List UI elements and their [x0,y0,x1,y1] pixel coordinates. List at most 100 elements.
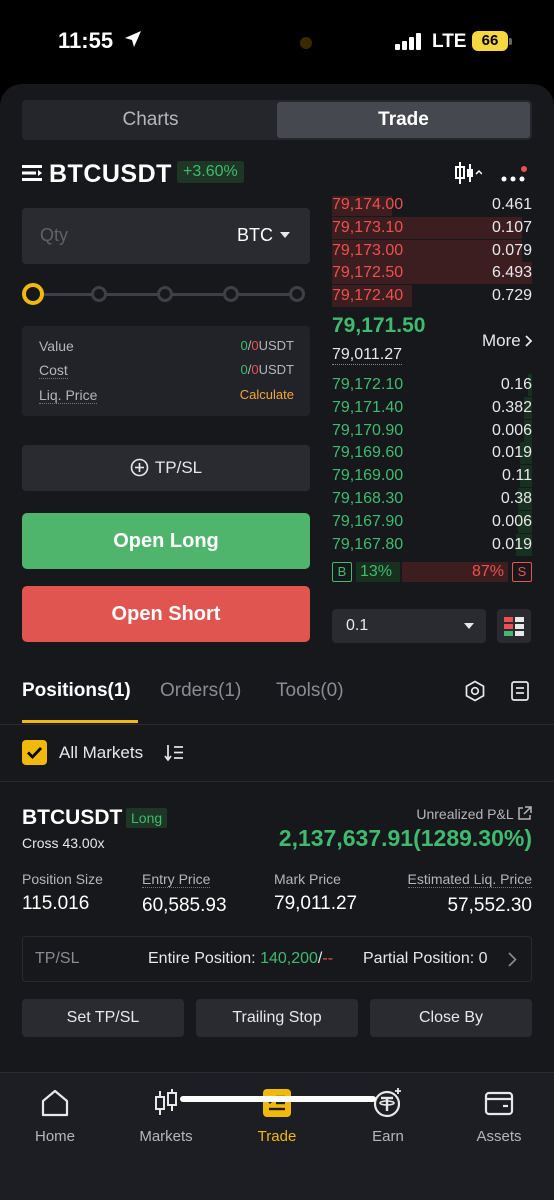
order-info-box: Value 0/0USDT Cost 0/0USDT Liq. Price Ca… [22,326,310,416]
tab-positions[interactable]: Positions(1) [22,680,131,702]
more-options-icon[interactable] [500,166,532,186]
bid-price: 79,172.10 [332,376,404,393]
unrealized-pnl-label[interactable]: Unrealized P&L [416,806,532,822]
ask-row[interactable]: 79,174.00 0.461 [332,196,532,216]
tab-charts[interactable]: Charts [24,102,277,138]
slider-step-25[interactable] [91,286,107,302]
ask-quantity: 0.461 [491,196,532,213]
bid-quantity: 0.006 [491,421,532,439]
ask-row[interactable]: 79,173.10 0.107 [332,216,532,239]
position-symbol[interactable]: BTCUSDT [22,806,122,830]
bid-row[interactable]: 79,167.80 0.019 [332,533,532,556]
status-bar: 11:55 LTE 66 [0,0,554,84]
estimated-liq-price: Estimated Liq. Price 57,552.30 [407,871,532,916]
bid-price: 79,169.00 [332,467,404,485]
nav-assets[interactable]: Assets [444,1073,554,1163]
ask-row[interactable]: 79,172.50 6.493 [332,262,532,285]
tab-orders[interactable]: Orders(1) [160,680,241,702]
set-tpsl-button[interactable]: Set TP/SL [22,999,184,1037]
close-by-button[interactable]: Close By [370,999,532,1037]
bid-row[interactable]: 79,171.40 0.382 [332,396,532,419]
nav-earn[interactable]: Earn [333,1073,443,1163]
tpsl-button[interactable]: TP/SL [22,445,310,491]
open-short-button[interactable]: Open Short [22,586,310,642]
orderbook-layout-icon[interactable] [497,609,531,643]
bid-quantity: 0.16 [500,376,532,393]
bid-price: 79,167.80 [332,535,404,553]
ask-row[interactable]: 79,173.00 0.079 [332,239,532,262]
entire-position-tpsl: Entire Position: 140,200/-- [148,950,334,967]
bid-quantity: 0.006 [491,512,532,530]
buy-badge: B [332,562,352,582]
all-markets-checkbox[interactable] [22,740,47,765]
ask-row[interactable]: 79,172.40 0.729 [332,285,532,308]
battery-icon: 66 [472,31,508,51]
nav-home[interactable]: Home [0,1073,110,1163]
home-indicator[interactable] [180,1096,376,1102]
positions-tabs: Positions(1) Orders(1) Tools(0) [22,672,532,724]
symbol-name[interactable]: BTCUSDT [49,160,172,189]
bid-row[interactable]: 79,170.90 0.006 [332,419,532,442]
slider-step-75[interactable] [223,286,239,302]
view-switcher: Charts Trade [22,100,532,140]
all-markets-label: All Markets [59,743,144,762]
order-book: 79,174.00 0.461 79,173.10 0.107 79,173.00 0.0… [332,196,554,556]
nav-markets[interactable]: Markets [111,1073,221,1163]
tabs-divider [0,724,554,725]
candlestick-chart-icon[interactable] [454,160,482,186]
more-link[interactable]: More [482,331,533,351]
position-tpsl-row[interactable]: TP/SL Entire Position: 140,200/-- Partia… [22,936,532,982]
calculate-link[interactable]: Calculate [240,387,294,402]
depth-precision-select[interactable]: 0.1 [332,609,486,643]
slider-step-100[interactable] [289,286,305,302]
ask-price: 79,172.50 [332,264,404,282]
quantity-input[interactable]: Qty BTC [22,208,310,264]
ask-quantity: 0.107 [491,218,532,236]
markets-candlestick-icon [155,1089,177,1115]
caret-down-icon [280,232,290,238]
liq-price-row: Liq. Price Calculate [39,387,294,407]
tab-trade[interactable]: Trade [277,102,530,138]
slider-step-50[interactable] [157,286,173,302]
sell-percent: 87% [471,563,504,580]
tab-tools[interactable]: Tools(0) [276,680,344,702]
market-filter: All Markets [22,740,532,766]
check-icon [27,747,43,760]
order-history-icon[interactable] [510,680,530,702]
tpsl-button-label: TP/SL [154,458,203,477]
status-time: 11:55 [58,28,114,53]
sort-icon[interactable] [164,744,184,762]
bid-row[interactable]: 79,168.30 0.38 [332,488,532,510]
wallet-icon [484,1091,514,1116]
trailing-stop-button[interactable]: Trailing Stop [196,999,358,1037]
quantity-unit-select[interactable]: BTC [237,225,273,246]
chevron-right-icon [525,335,533,347]
nav-trade[interactable]: Trade [222,1073,332,1163]
position-size: Position Size 115.016 [22,871,103,914]
bid-row[interactable]: 79,169.60 0.019 [332,442,532,465]
cost-label: Cost [39,362,68,379]
value-amount: 0/0USDT [240,338,294,353]
liq-price-label: Liq. Price [39,387,98,404]
value-row: Value 0/0USDT [39,338,294,358]
ask-price: 79,172.40 [332,287,404,305]
bid-row[interactable]: 79,167.90 0.006 [332,510,532,533]
bid-row[interactable]: 79,169.00 0.11 [332,465,532,488]
bid-price: 79,170.90 [332,421,404,439]
open-long-button[interactable]: Open Long [22,513,310,569]
ask-quantity: 0.079 [491,241,532,259]
active-tab-indicator [22,720,138,723]
ask-price: 79,173.00 [332,241,404,259]
quantity-slider[interactable] [22,282,310,306]
partial-position-tpsl: Partial Position: 0 [363,950,488,967]
settings-hexagon-icon[interactable] [464,680,486,702]
slider-handle[interactable] [22,283,44,305]
depth-precision-value: 0.1 [346,617,369,634]
cost-row: Cost 0/0USDT [39,362,294,382]
sell-badge: S [512,562,532,582]
pair-menu-icon[interactable] [22,164,42,182]
position-tpsl-label: TP/SL [35,950,80,967]
value-label: Value [39,338,74,354]
symbol-header: BTCUSDT +3.60% [22,160,532,188]
bid-row[interactable]: 79,172.10 0.16 [332,374,532,396]
